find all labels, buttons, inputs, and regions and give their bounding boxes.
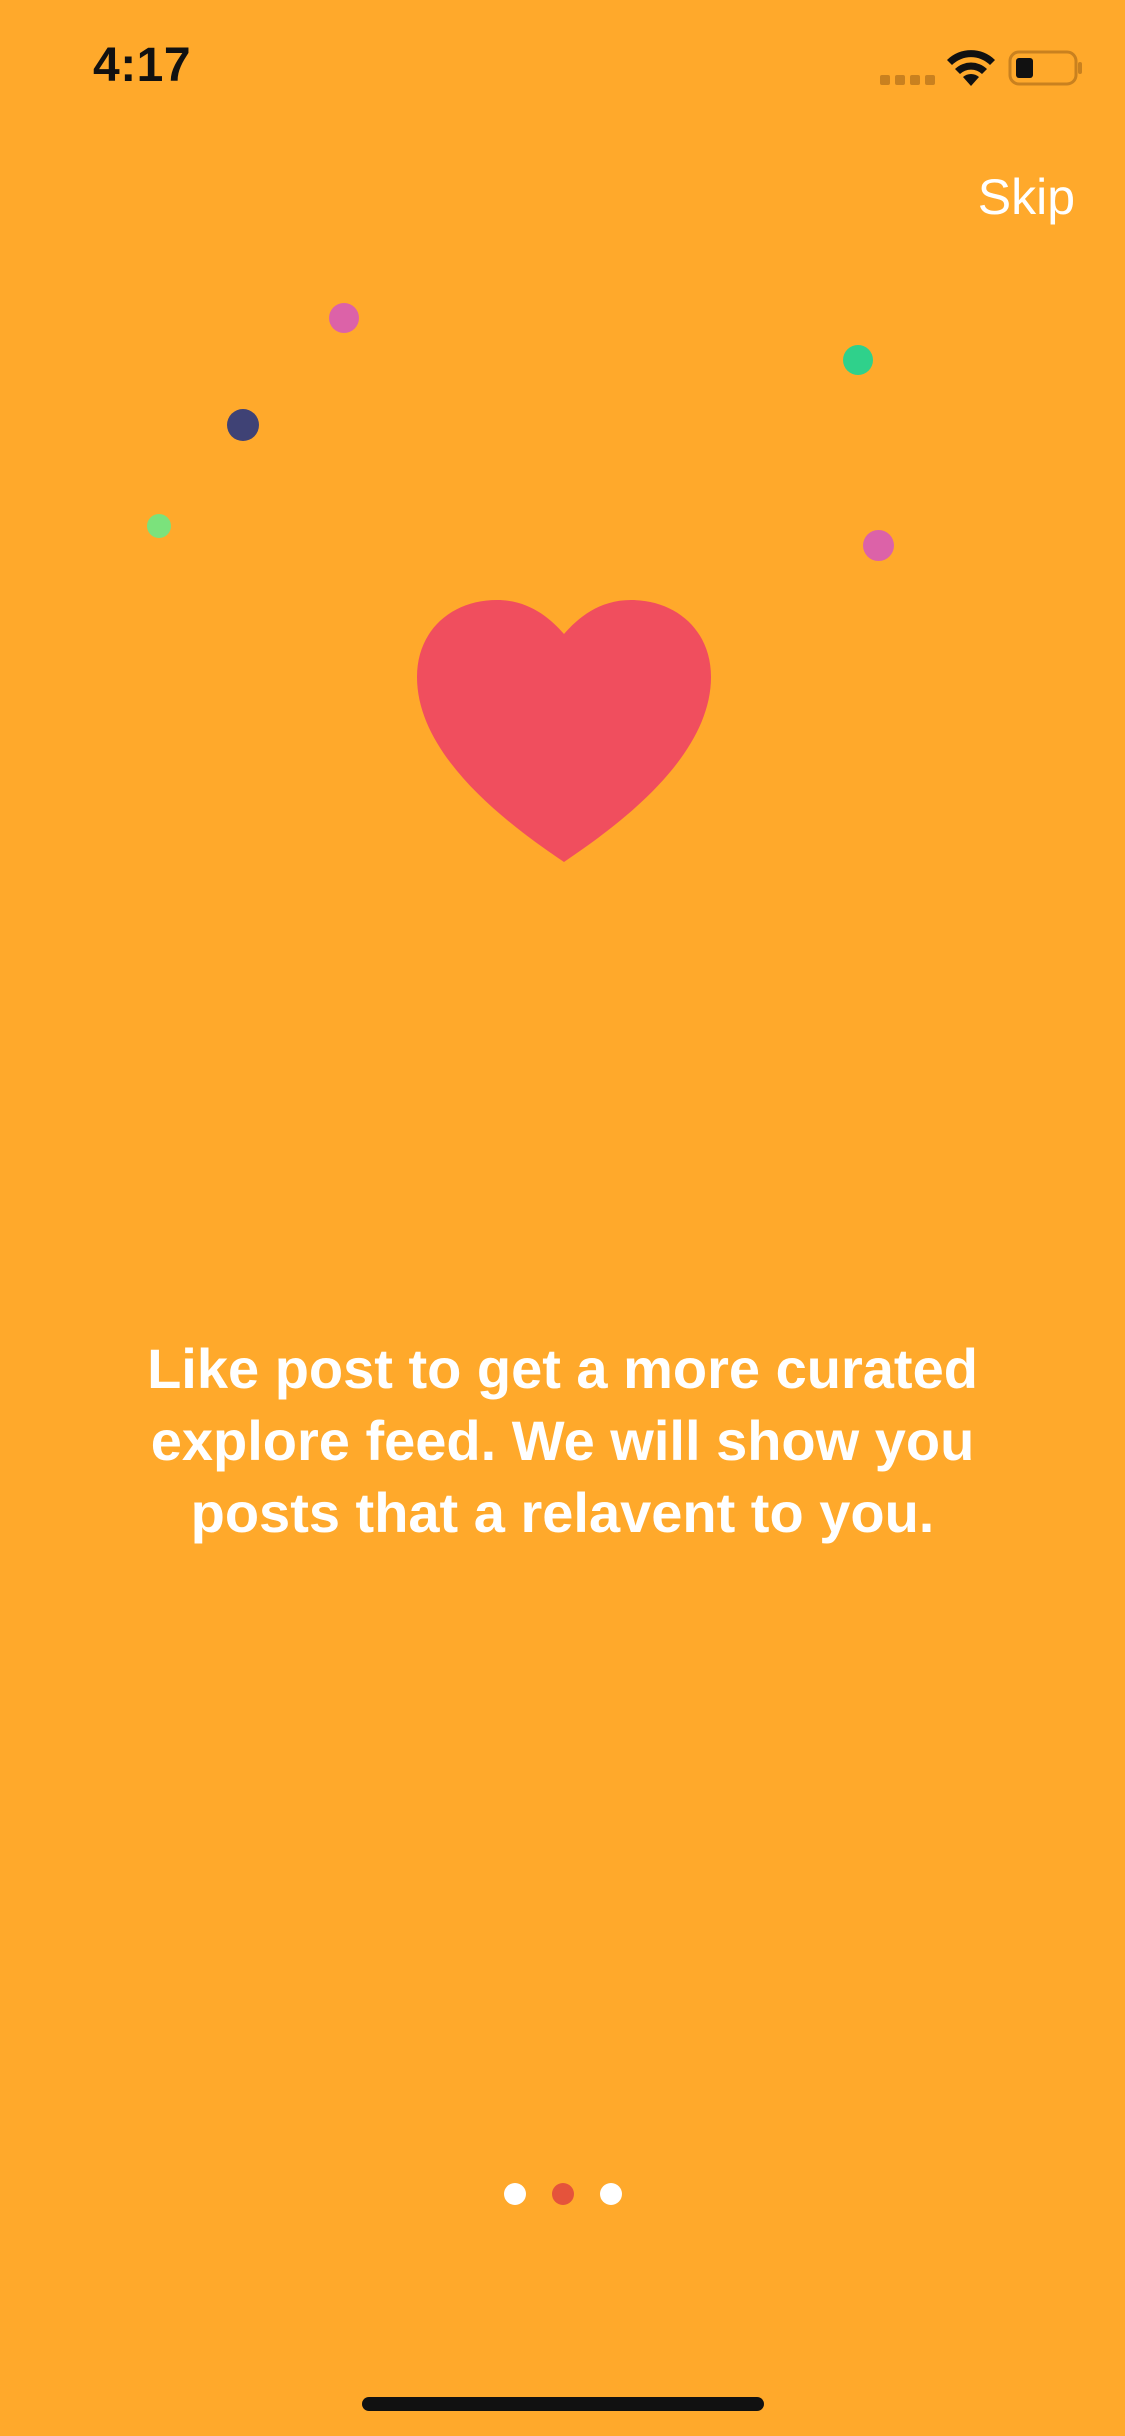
confetti-dot: [863, 530, 894, 561]
skip-button[interactable]: Skip: [978, 168, 1075, 226]
page-indicator[interactable]: [0, 2183, 1125, 2205]
confetti-dot: [329, 303, 359, 333]
status-time: 4:17: [93, 39, 192, 92]
page-dot-3[interactable]: [599, 2183, 622, 2205]
onboarding-description: Like post to get a more curated explore …: [147, 1337, 978, 1544]
heart-icon: [417, 600, 711, 862]
confetti-dot: [227, 409, 259, 441]
page-dot-1[interactable]: [503, 2183, 526, 2205]
confetti-dot: [843, 345, 873, 375]
confetti-dot: [147, 514, 171, 538]
onboarding-screen: 4:17 Skip Like post to get a more curate…: [0, 0, 1125, 2436]
wifi-icon: [947, 50, 995, 86]
home-indicator[interactable]: [362, 2397, 764, 2411]
signal-icon: [880, 75, 935, 85]
status-bar: 4:17: [0, 0, 1125, 140]
battery-icon: [1008, 50, 1082, 86]
page-dot-2-active[interactable]: [551, 2183, 574, 2205]
